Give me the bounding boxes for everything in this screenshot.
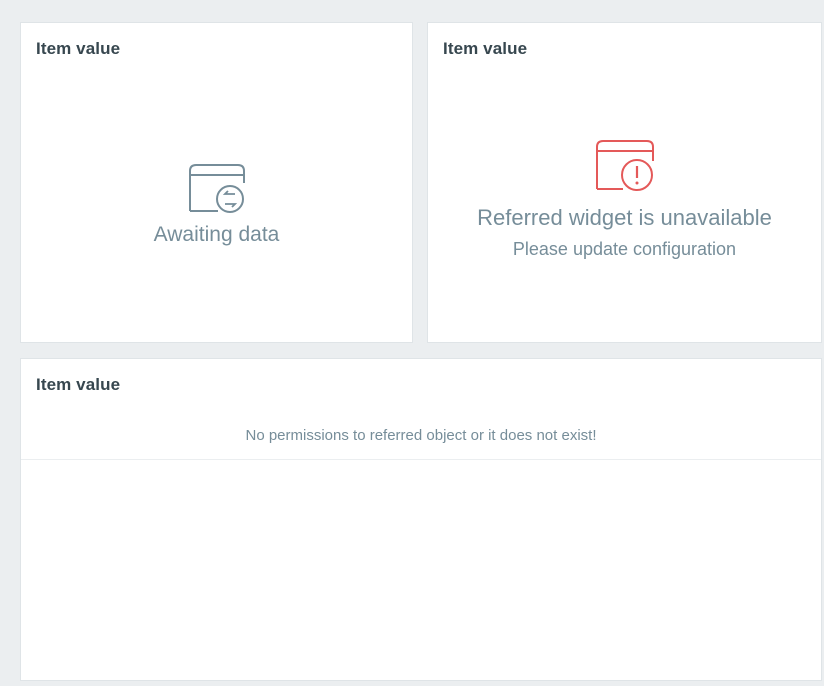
no-permissions-message: No permissions to referred object or it … [245, 427, 597, 444]
awaiting-data-icon [188, 164, 245, 213]
item-value-widget-no-permissions[interactable]: Item value No permissions to referred ob… [20, 358, 822, 681]
unavailable-state: Referred widget is unavailable Please up… [428, 139, 821, 260]
warning-widget-icon [595, 140, 654, 191]
item-value-widget-unavailable[interactable]: Item value Referred widget is unavailabl… [427, 22, 822, 343]
widget-title: Item value [36, 39, 121, 58]
unavailable-message: Referred widget is unavailable [477, 205, 772, 230]
dashboard-canvas: Item value Awaiting data Item value Refe… [0, 0, 824, 686]
item-value-widget-awaiting[interactable]: Item value Awaiting data [20, 22, 413, 343]
widget-title: Item value [36, 375, 121, 394]
awaiting-data-message: Awaiting data [153, 223, 280, 246]
widget-divider [21, 459, 821, 460]
awaiting-data-state: Awaiting data [21, 163, 412, 247]
update-configuration-hint: Please update configuration [512, 239, 737, 259]
widget-title: Item value [443, 39, 528, 58]
